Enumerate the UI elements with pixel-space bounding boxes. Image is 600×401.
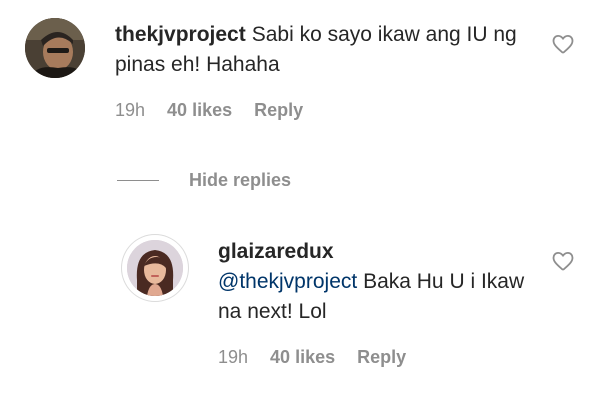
comment: thekjvproject Sabi ko sayo ikaw ang IU ng… [25, 18, 575, 121]
reply-likes[interactable]: 40 likes [270, 347, 335, 368]
reply-meta: 19h 40 likes Reply [218, 347, 575, 368]
avatar-image [25, 18, 85, 78]
divider-line [117, 180, 159, 181]
avatar[interactable] [25, 18, 85, 78]
hide-replies-toggle[interactable]: Hide replies [117, 170, 291, 191]
comment-likes[interactable]: 40 likes [167, 100, 232, 121]
comment-time[interactable]: 19h [115, 100, 145, 121]
reply-text-line: glaizaredux @thekjvproject Baka Hu U i I… [218, 237, 575, 327]
reply-mention-link[interactable]: @thekjvproject [218, 270, 357, 293]
comment-body: thekjvproject Sabi ko sayo ikaw ang IU ng… [85, 18, 575, 121]
comment-meta: 19h 40 likes Reply [115, 100, 575, 121]
avatar[interactable] [122, 235, 188, 301]
comment-username[interactable]: thekjvproject [115, 23, 246, 46]
heart-outline-icon[interactable] [551, 249, 575, 273]
reply-time[interactable]: 19h [218, 347, 248, 368]
avatar-image [127, 240, 183, 296]
reply-comment: glaizaredux @thekjvproject Baka Hu U i I… [122, 235, 575, 368]
comment-text-line: thekjvproject Sabi ko sayo ikaw ang IU ng… [115, 20, 575, 80]
reply-body: glaizaredux @thekjvproject Baka Hu U i I… [188, 235, 575, 368]
comment-reply-button[interactable]: Reply [254, 100, 303, 121]
reply-reply-button[interactable]: Reply [357, 347, 406, 368]
heart-outline-icon[interactable] [551, 32, 575, 56]
hide-replies-label: Hide replies [189, 170, 292, 190]
reply-username[interactable]: glaizaredux [218, 240, 334, 263]
